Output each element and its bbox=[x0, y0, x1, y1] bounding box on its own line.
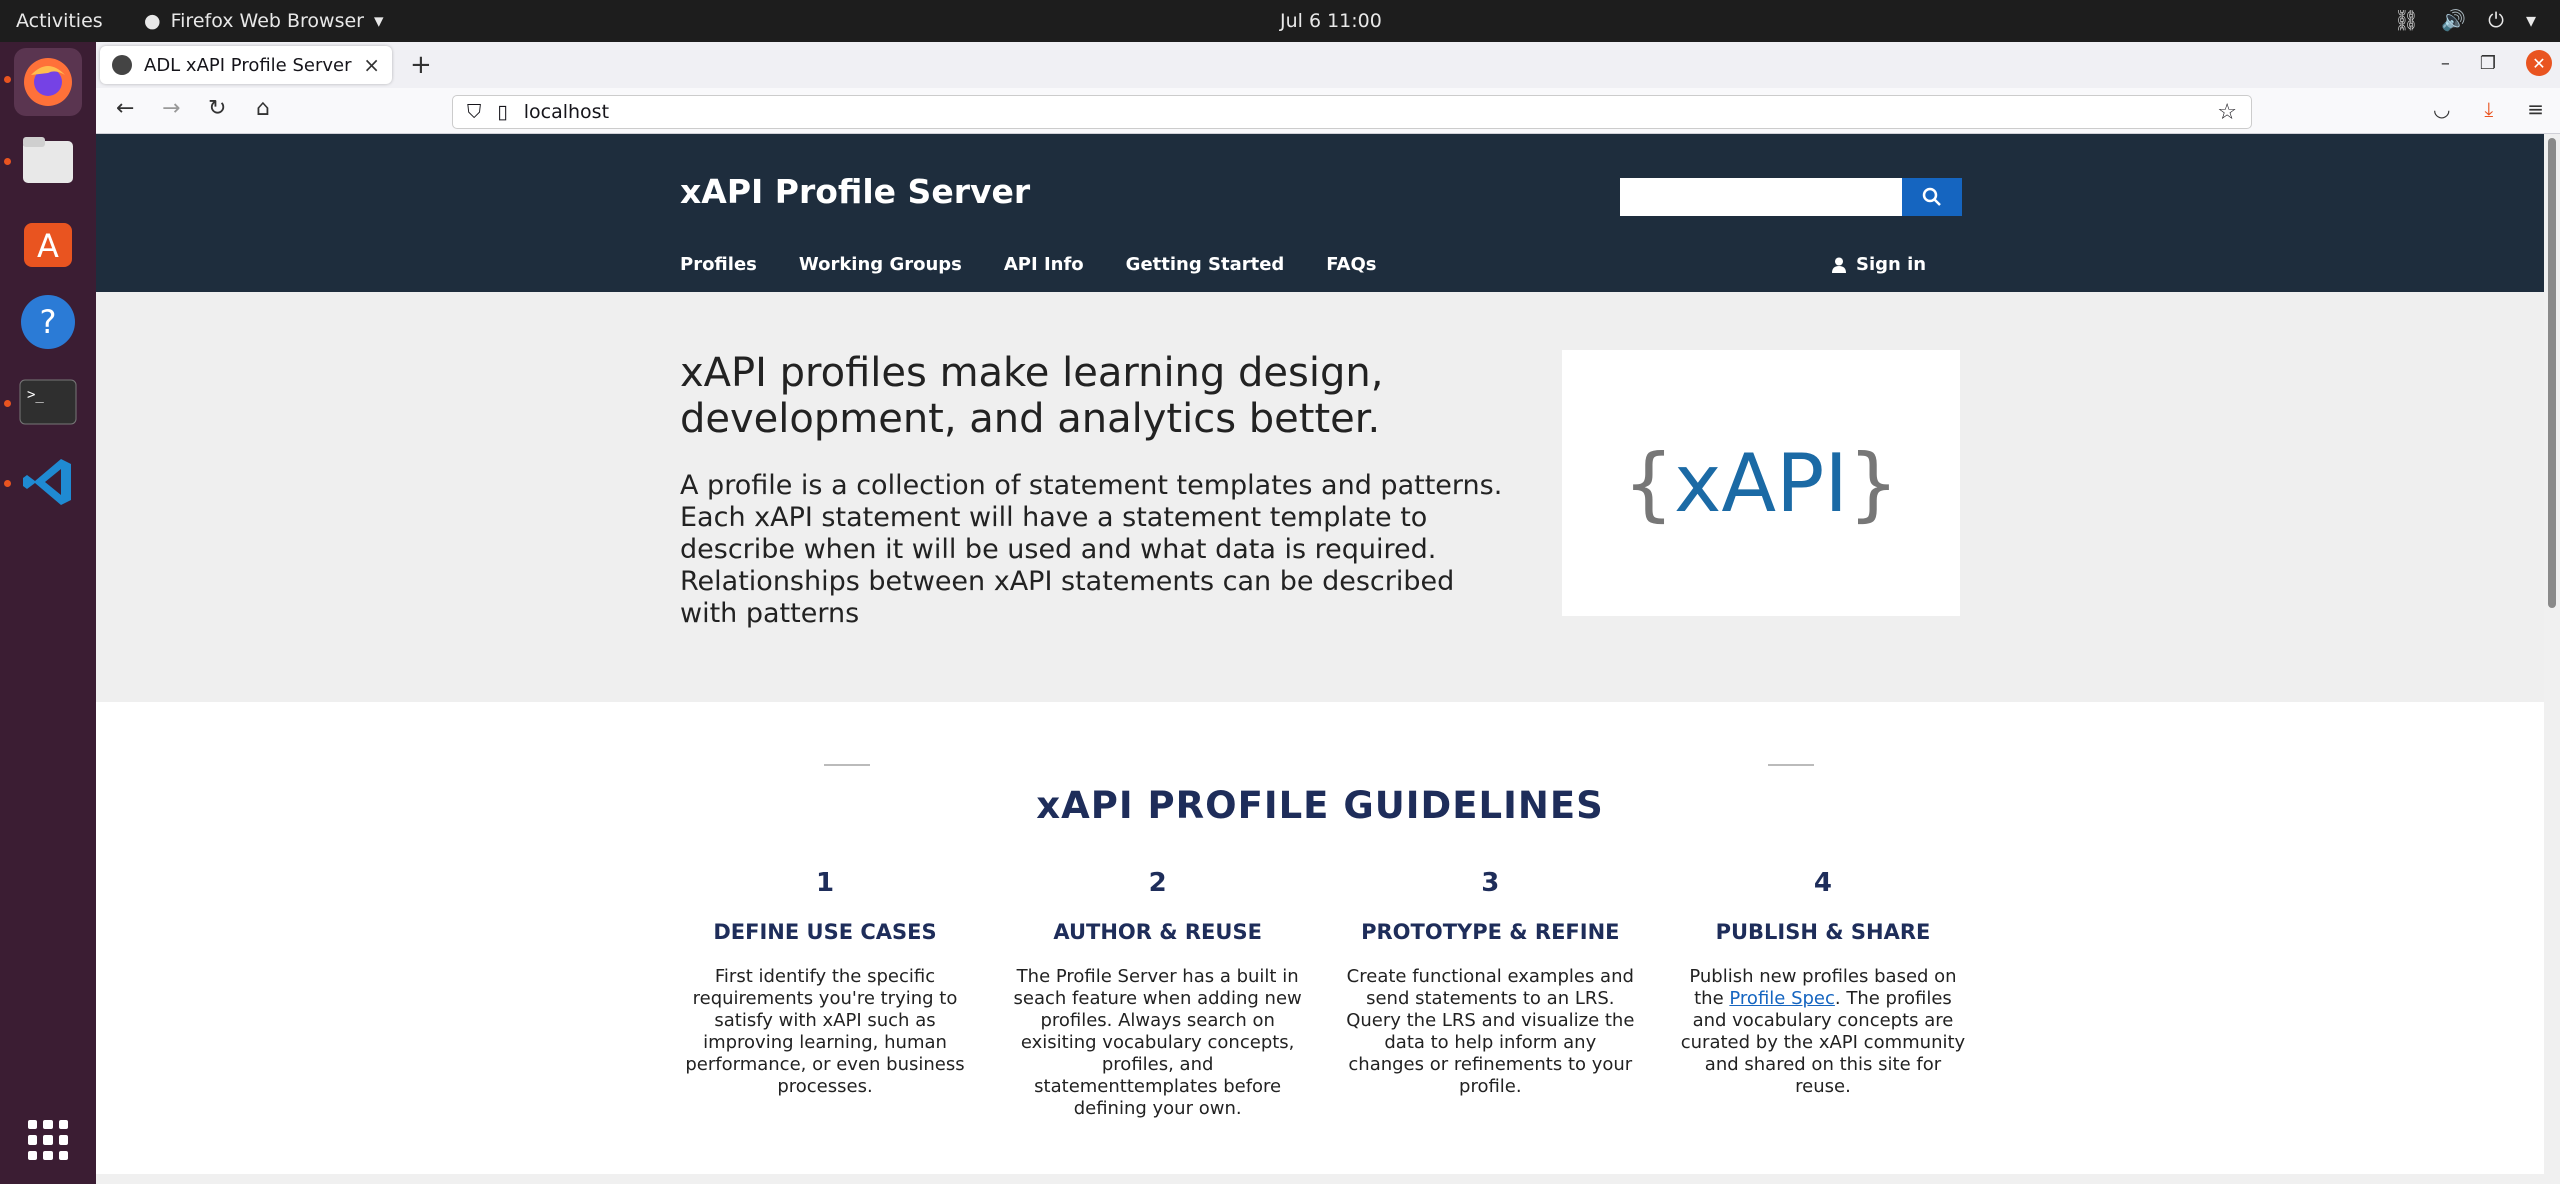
pocket-icon[interactable]: ◡ bbox=[2433, 97, 2450, 121]
step-heading: DEFINE USE CASES bbox=[713, 920, 937, 944]
minimize-icon[interactable]: – bbox=[2441, 53, 2450, 74]
page-scrollbar[interactable] bbox=[2544, 134, 2560, 1174]
tab-title: ADL xAPI Profile Server bbox=[144, 54, 352, 76]
volume-icon[interactable]: 🔊 bbox=[2441, 8, 2466, 32]
svg-text:>_: >_ bbox=[27, 387, 44, 403]
hero-section: xAPI profiles make learning design, deve… bbox=[96, 292, 2544, 702]
home-icon[interactable]: ⌂ bbox=[256, 96, 270, 121]
firefox-icon[interactable] bbox=[14, 48, 82, 116]
divider bbox=[824, 764, 870, 766]
search-button[interactable] bbox=[1902, 178, 1962, 216]
navigation-toolbar: ← → ↻ ⌂ ⛉ ▯ localhost ☆ ◡ ⤓ ≡ bbox=[96, 88, 2560, 134]
step-card: 3 PROTOTYPE & REFINE Create functional e… bbox=[1345, 868, 1635, 1120]
site-nav: Profiles Working Groups API Info Getting… bbox=[680, 254, 1376, 275]
guidelines-steps: 1 DEFINE USE CASES First identify the sp… bbox=[680, 868, 1968, 1120]
close-tab-icon[interactable]: × bbox=[363, 53, 380, 77]
site-search bbox=[1620, 178, 1962, 216]
search-icon bbox=[1922, 187, 1941, 206]
logo-word: xAPI bbox=[1674, 436, 1848, 530]
system-top-bar: Activities ● Firefox Web Browser ▾ Jul 6… bbox=[0, 0, 2560, 42]
show-apps-grid-icon[interactable] bbox=[28, 1120, 68, 1160]
nav-profiles[interactable]: Profiles bbox=[680, 254, 757, 275]
new-tab-button[interactable]: + bbox=[410, 50, 432, 80]
divider bbox=[1768, 764, 1814, 766]
step-body: Publish new profiles based on the Profil… bbox=[1678, 966, 1968, 1098]
step-number: 1 bbox=[815, 868, 835, 898]
chevron-down-icon: ▾ bbox=[373, 10, 384, 32]
step-card: 1 DEFINE USE CASES First identify the sp… bbox=[680, 868, 970, 1120]
shield-icon[interactable]: ⛉ bbox=[467, 101, 481, 123]
nav-working-groups[interactable]: Working Groups bbox=[799, 254, 962, 275]
sign-in-label: Sign in bbox=[1856, 254, 1927, 275]
system-tray[interactable]: ⛓ 🔊 ⏻ ▾ bbox=[2394, 8, 2536, 32]
page-icon: ▯ bbox=[497, 101, 508, 123]
hero-heading: xAPI profiles make learning design, deve… bbox=[680, 350, 1384, 442]
help-icon[interactable]: ? bbox=[14, 288, 82, 356]
url-text[interactable]: localhost bbox=[524, 101, 609, 123]
forward-arrow-icon[interactable]: → bbox=[162, 96, 180, 121]
step-heading: AUTHOR & REUSE bbox=[1053, 920, 1262, 944]
step-number: 2 bbox=[1148, 868, 1167, 898]
firefox-window: ADL xAPI Profile Server × + – ❐ ✕ ← → ↻ … bbox=[96, 42, 2560, 1174]
tab-active[interactable]: ADL xAPI Profile Server × bbox=[100, 46, 392, 84]
scrollbar-thumb[interactable] bbox=[2548, 138, 2556, 608]
bookmark-star-icon[interactable]: ☆ bbox=[2217, 100, 2237, 125]
hamburger-menu-icon[interactable]: ≡ bbox=[2527, 97, 2544, 121]
running-indicator bbox=[4, 480, 11, 487]
files-icon[interactable] bbox=[14, 126, 82, 194]
logo-brace-open: { bbox=[1623, 436, 1675, 530]
terminal-icon[interactable]: >_ bbox=[14, 368, 82, 436]
tab-strip: ADL xAPI Profile Server × + – ❐ ✕ bbox=[96, 42, 2560, 88]
nav-api-info[interactable]: API Info bbox=[1004, 254, 1084, 275]
vm-status-strip bbox=[96, 1174, 2560, 1184]
activities-button[interactable]: Activities bbox=[16, 10, 103, 32]
firefox-small-icon: ● bbox=[144, 10, 161, 32]
dock: A ? >_ bbox=[0, 42, 96, 1184]
network-icon[interactable]: ⛓ bbox=[2394, 8, 2419, 32]
back-arrow-icon[interactable]: ← bbox=[116, 96, 134, 121]
site-favicon-icon bbox=[112, 55, 132, 75]
logo-brace-close: } bbox=[1847, 436, 1899, 530]
step-number: 4 bbox=[1813, 868, 1833, 898]
step-number: 3 bbox=[1481, 868, 1500, 898]
nav-getting-started[interactable]: Getting Started bbox=[1126, 254, 1285, 275]
download-icon[interactable]: ⤓ bbox=[2484, 97, 2493, 121]
xapi-logo: { xAPI } bbox=[1562, 350, 1960, 616]
guidelines-title: xAPI PROFILE GUIDELINES bbox=[1036, 784, 1604, 827]
site-brand[interactable]: xAPI Profile Server bbox=[680, 172, 1030, 211]
step-body: Create functional examples and send stat… bbox=[1346, 966, 1635, 1097]
nav-faqs[interactable]: FAQs bbox=[1326, 254, 1376, 275]
profile-spec-link[interactable]: Profile Spec bbox=[1729, 988, 1835, 1009]
url-bar[interactable]: ⛉ ▯ localhost ☆ bbox=[452, 95, 2252, 129]
step-body: The Profile Server has a built in seach … bbox=[1013, 966, 1302, 1119]
step-heading: PROTOTYPE & REFINE bbox=[1361, 920, 1620, 944]
site-header: xAPI Profile Server Profiles Working Gro… bbox=[96, 134, 2544, 292]
clock[interactable]: Jul 6 11:00 bbox=[1280, 10, 1382, 32]
vscode-icon[interactable] bbox=[14, 448, 82, 516]
step-card: 4 PUBLISH & SHARE Publish new profiles b… bbox=[1678, 868, 1968, 1120]
close-window-icon[interactable]: ✕ bbox=[2526, 50, 2552, 76]
app-menu[interactable]: ● Firefox Web Browser ▾ bbox=[144, 10, 384, 32]
svg-text:?: ? bbox=[40, 303, 57, 341]
svg-text:A: A bbox=[37, 227, 59, 265]
user-icon bbox=[1832, 257, 1846, 273]
search-input[interactable] bbox=[1620, 178, 1902, 216]
restore-icon[interactable]: ❐ bbox=[2480, 53, 2496, 74]
step-heading: PUBLISH & SHARE bbox=[1715, 920, 1931, 944]
chevron-down-icon[interactable]: ▾ bbox=[2526, 8, 2536, 32]
web-page: xAPI Profile Server Profiles Working Gro… bbox=[96, 134, 2544, 1174]
running-indicator bbox=[4, 158, 11, 165]
hero-text: A profile is a collection of statement t… bbox=[680, 470, 1503, 629]
sign-in-link[interactable]: Sign in bbox=[1832, 254, 1926, 275]
app-menu-label: Firefox Web Browser bbox=[170, 10, 364, 32]
running-indicator bbox=[4, 76, 11, 83]
power-icon[interactable]: ⏻ bbox=[2488, 8, 2504, 32]
step-body: First identify the specific requirements… bbox=[685, 966, 965, 1097]
reload-icon[interactable]: ↻ bbox=[208, 96, 226, 121]
toolbar-right: ◡ ⤓ ≡ bbox=[2433, 97, 2544, 121]
software-center-icon[interactable]: A bbox=[14, 208, 82, 276]
window-controls: – ❐ ✕ bbox=[2441, 50, 2552, 76]
step-card: 2 AUTHOR & REUSE The Profile Server has … bbox=[1013, 868, 1303, 1120]
running-indicator bbox=[4, 400, 11, 407]
